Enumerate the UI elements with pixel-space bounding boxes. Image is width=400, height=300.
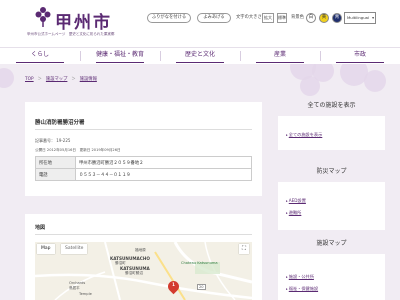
- map-card: 地図 Map Satellite ⛶ KATSUNUMACHO 勝沼町 KATS…: [25, 214, 262, 300]
- map-pin-number: 1: [172, 282, 175, 287]
- breadcrumb-top[interactable]: TOP: [25, 77, 34, 82]
- breadcrumb-facility-map[interactable]: 施設マップ: [46, 77, 67, 82]
- city-tagline: 甲州市公式ホームページ 歴史と文化に彩られた果実郷: [27, 32, 115, 36]
- city-logo-text[interactable]: 甲州市: [55, 8, 112, 33]
- map-label: 鳥居平: [69, 286, 80, 290]
- map-label: Temple: [79, 292, 92, 296]
- map-label: 福地原: [135, 248, 146, 252]
- divider: [35, 234, 252, 235]
- map-tab-satellite[interactable]: Satellite: [61, 244, 88, 254]
- map-label: 勝沼町勝沼: [125, 271, 143, 275]
- breadcrumb-separator: ＞: [71, 77, 76, 82]
- facility-map-heading: 施設マップ: [316, 240, 347, 247]
- address-label: 所在地: [35, 156, 76, 169]
- nav-item-industry[interactable]: 産業: [240, 48, 320, 64]
- facility-detail-card: 勝山消防署勝沼分署 記事番号： 19-225 公開日 2012年05月16日 更…: [25, 102, 262, 196]
- grape-decoration: [300, 76, 320, 96]
- grape-decoration: [0, 68, 14, 88]
- map-heading: 地図: [35, 225, 46, 231]
- public-facility-link[interactable]: 施設・公共所: [286, 274, 314, 280]
- divider: [35, 129, 252, 130]
- city-emblem-icon[interactable]: [35, 6, 51, 28]
- route-shield: 20: [197, 284, 206, 290]
- all-facilities-link[interactable]: 全ての施設を表示: [286, 132, 323, 138]
- breadcrumb-separator: ＞: [37, 77, 42, 82]
- bg-yellow-button[interactable]: 黄: [319, 13, 329, 23]
- bg-white-button[interactable]: 白: [306, 13, 316, 23]
- facility-map-box: 施設・公共所 福祉・保健施設: [278, 254, 385, 300]
- furigana-button[interactable]: ふりがなを付ける: [147, 13, 191, 23]
- phone-value: ０５５３－４４－０１１９: [75, 168, 252, 181]
- map-label: Orchards: [69, 281, 86, 285]
- font-standard-button[interactable]: 標準: [277, 13, 287, 23]
- read-aloud-button[interactable]: よみあげる: [197, 13, 231, 23]
- evacuation-link[interactable]: 避難所: [286, 210, 302, 216]
- nav-item-kurashi[interactable]: くらし: [0, 48, 80, 64]
- bousai-map-box: AED設置 避難所: [278, 182, 385, 230]
- nav-item-health[interactable]: 健康・福祉・教育: [80, 48, 160, 64]
- phone-label: 電話: [35, 168, 76, 181]
- table-row: 電話 ０５５３－４４－０１１９: [35, 168, 252, 181]
- breadcrumb-facility-info[interactable]: 施設情報: [80, 77, 97, 82]
- all-facilities-heading: 全ての施設を表示: [307, 102, 356, 109]
- nav-item-city[interactable]: 市政: [320, 48, 400, 64]
- language-select[interactable]: Multilingual ▾: [344, 12, 376, 24]
- nav-item-history[interactable]: 歴史と文化: [160, 48, 240, 64]
- breadcrumb: TOP ＞施設マップ＞施設情報: [25, 76, 97, 82]
- global-nav: くらし 健康・福祉・教育 歴史と文化 産業 市政: [0, 47, 400, 64]
- font-size-label: 文字の大きさ: [236, 15, 262, 20]
- grape-decoration: [364, 70, 386, 92]
- font-enlarge-button[interactable]: 拡大: [262, 13, 274, 23]
- fullscreen-icon[interactable]: ⛶: [239, 244, 249, 254]
- language-select-value: Multilingual: [347, 15, 369, 20]
- welfare-facility-link[interactable]: 福祉・保健施設: [286, 286, 318, 292]
- site-header: 甲州市 甲州市公式ホームページ 歴史と文化に彩られた果実郷 ふりがなを付ける よ…: [0, 0, 400, 47]
- bousai-map-heading: 防災マップ: [316, 168, 347, 175]
- record-number: 記事番号： 19-225: [35, 138, 71, 143]
- aed-link[interactable]: AED設置: [286, 198, 306, 204]
- table-row: 所在地 甲州市勝沼町勝沼２０５９番地２: [35, 156, 252, 169]
- map-label: Chateau Katsunuma: [181, 261, 218, 265]
- all-facilities-box: 全ての施設を表示: [278, 116, 385, 150]
- facility-info-table: 所在地 甲州市勝沼町勝沼２０５９番地２ 電話 ０５５３－４４－０１１９: [35, 156, 252, 181]
- background-color-label: 背景色: [291, 15, 304, 20]
- address-value: 甲州市勝沼町勝沼２０５９番地２: [75, 156, 252, 169]
- map-tab-map[interactable]: Map: [37, 244, 55, 254]
- facility-title: 勝山消防署勝沼分署: [35, 120, 85, 126]
- google-map[interactable]: Map Satellite ⛶ KATSUNUMACHO 勝沼町 KATSUNU…: [35, 242, 252, 300]
- publish-dates: 公開日 2012年05月16日 更新日 2019年09月26日: [35, 148, 121, 152]
- bg-blue-button[interactable]: 青: [332, 13, 342, 23]
- chevron-down-icon: ▾: [372, 15, 374, 20]
